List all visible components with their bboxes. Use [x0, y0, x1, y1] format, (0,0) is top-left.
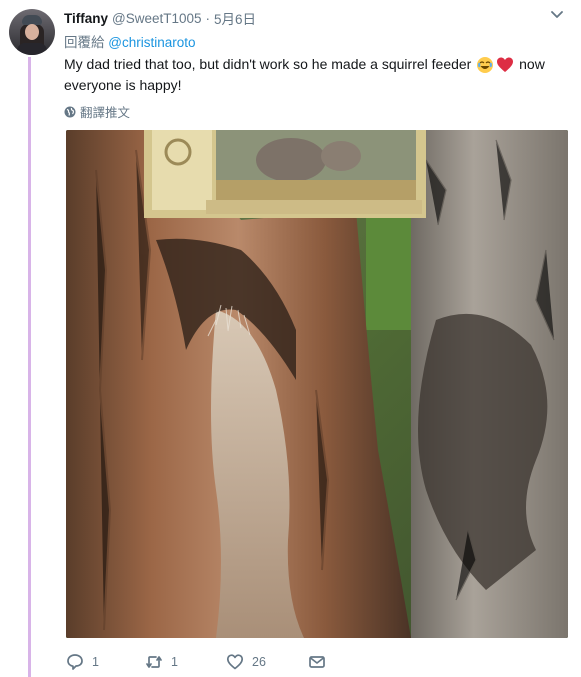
retweet-icon	[146, 656, 162, 668]
retweet-count: 1	[171, 655, 178, 669]
envelope-icon	[309, 656, 325, 668]
author-name[interactable]: Tiffany	[64, 11, 108, 26]
tweet-date[interactable]: 5月6日	[214, 8, 256, 28]
thread-line	[28, 57, 31, 677]
separator: ·	[205, 10, 211, 26]
reply-context: 回覆給 @christinaroto	[64, 31, 196, 51]
tweet-text-before-emoji: My dad tried that too, but didn't work s…	[64, 56, 472, 72]
direct-message-button[interactable]	[308, 651, 326, 673]
tweet-text: My dad tried that too, but didn't work s…	[64, 54, 564, 96]
author-handle[interactable]: @SweetT1005	[112, 11, 202, 26]
tweet-header: Tiffany @SweetT1005 · 5月6日	[64, 8, 256, 28]
red-heart-icon	[497, 57, 514, 73]
like-button[interactable]: 26	[226, 651, 266, 673]
tweet-actions: 1 1 26	[66, 651, 356, 673]
reply-prefix: 回覆給	[64, 35, 105, 50]
tweet-photo[interactable]	[66, 130, 568, 638]
avatar-shirt	[17, 43, 47, 55]
laughing-face-icon	[477, 57, 494, 74]
reply-icon	[67, 654, 83, 670]
avatar-face	[25, 24, 39, 40]
avatar[interactable]	[9, 9, 55, 55]
translate-tweet-link[interactable]: 翻譯推文	[64, 102, 130, 121]
globe-icon	[64, 106, 76, 117]
reply-count: 1	[92, 655, 99, 669]
chevron-down-icon[interactable]	[551, 11, 563, 19]
reply-mention-link[interactable]: @christinaroto	[108, 35, 195, 50]
squirrel-feeder-photo	[66, 130, 568, 638]
reply-button[interactable]: 1	[66, 651, 99, 673]
like-count: 26	[252, 655, 266, 669]
heart-icon	[226, 654, 244, 670]
retweet-button[interactable]: 1	[145, 651, 178, 673]
translate-label: 翻譯推文	[80, 106, 131, 120]
